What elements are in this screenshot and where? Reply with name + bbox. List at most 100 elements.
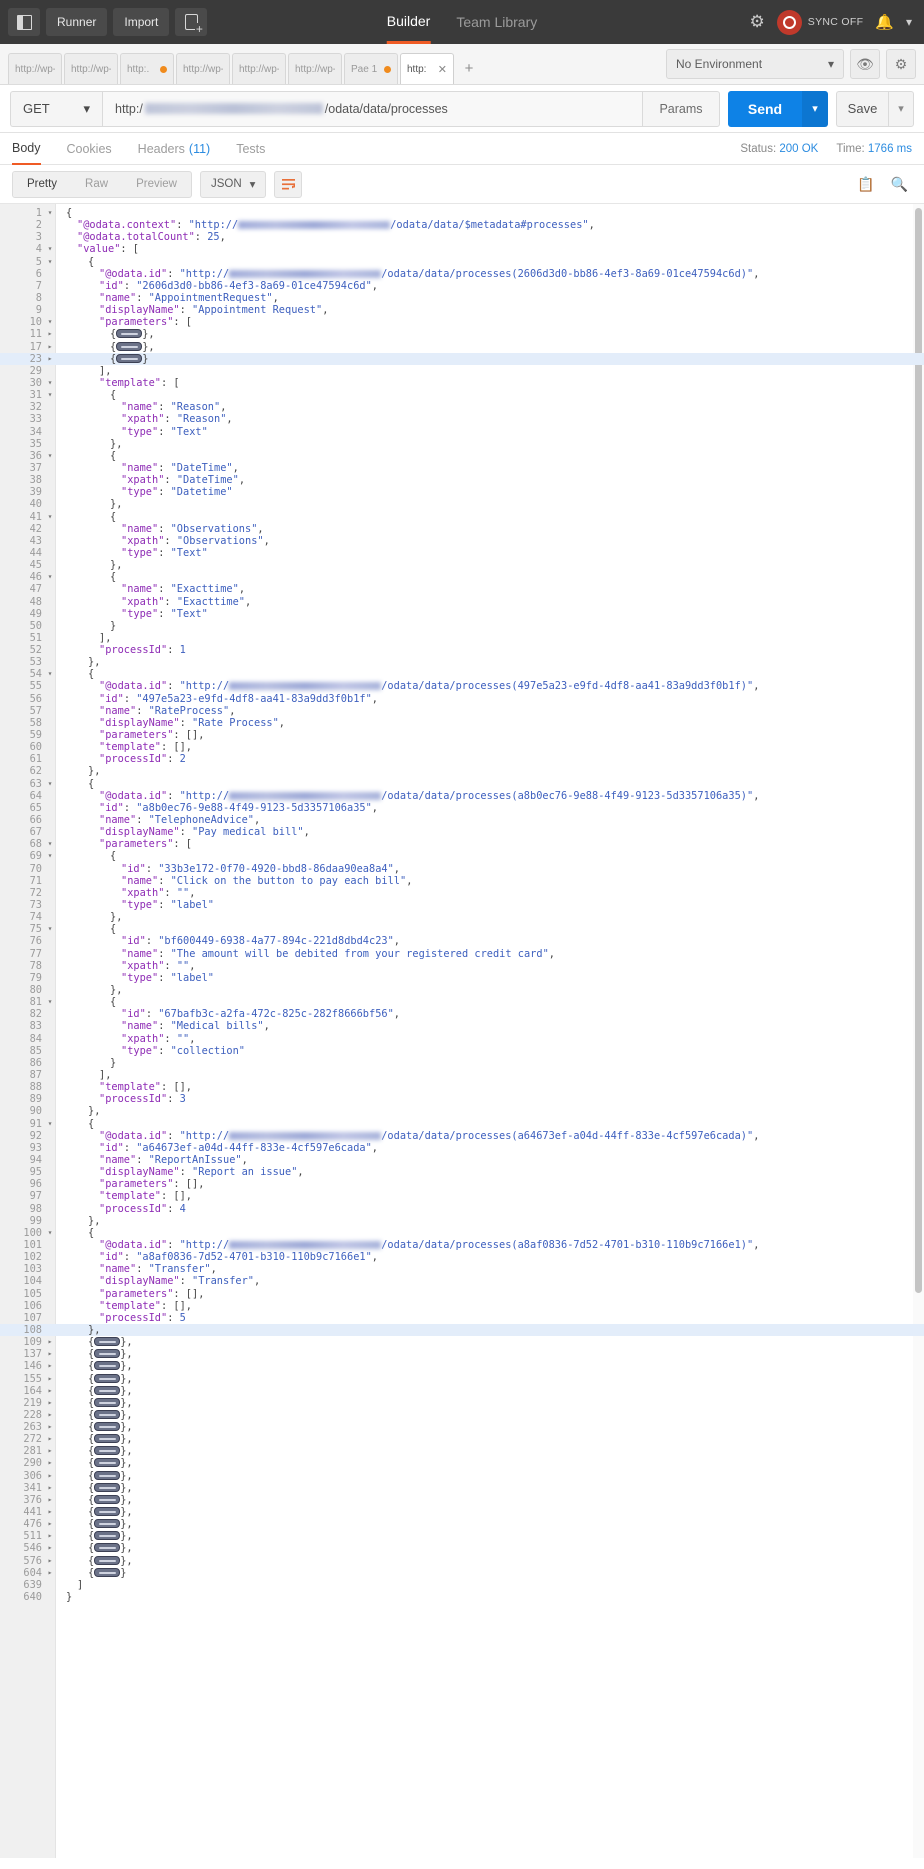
close-icon[interactable]: ✕ <box>438 63 447 76</box>
fold-expanded-icon[interactable]: ▾ <box>44 256 56 268</box>
save-options-button[interactable]: ▾ <box>888 90 914 127</box>
fold-collapsed-icon[interactable]: ▸ <box>44 1530 56 1542</box>
fold-expanded-icon[interactable]: ▾ <box>44 996 56 1008</box>
fold-expanded-icon[interactable]: ▾ <box>44 838 56 850</box>
chevron-down-icon[interactable]: ▾ <box>906 15 912 29</box>
fold-collapsed-icon[interactable]: ▸ <box>44 1555 56 1567</box>
request-tab[interactable]: Pae 1 <box>344 53 398 84</box>
fold-expanded-icon[interactable]: ▾ <box>44 389 56 401</box>
save-button[interactable]: Save <box>836 90 888 127</box>
request-tab[interactable]: http://wp-a <box>8 53 62 84</box>
request-tab[interactable]: http:. <box>120 53 174 84</box>
fold-expanded-icon[interactable]: ▾ <box>44 377 56 389</box>
fold-expanded-icon[interactable]: ▾ <box>44 1118 56 1130</box>
environment-select[interactable]: No Environment ▾ <box>666 49 844 79</box>
collapsed-object-badge[interactable] <box>94 1385 121 1395</box>
fold-collapsed-icon[interactable]: ▸ <box>44 1348 56 1360</box>
fold-collapsed-icon[interactable]: ▸ <box>44 1373 56 1385</box>
sidebar-toggle-button[interactable] <box>8 8 40 36</box>
collapsed-object-badge[interactable] <box>94 1555 121 1565</box>
fold-collapsed-icon[interactable]: ▸ <box>44 1567 56 1579</box>
import-button[interactable]: Import <box>113 8 170 36</box>
collapsed-object-badge[interactable] <box>94 1397 121 1407</box>
collapsed-object-badge[interactable] <box>116 329 143 339</box>
collapsed-object-badge[interactable] <box>94 1337 121 1347</box>
fold-collapsed-icon[interactable]: ▸ <box>44 1433 56 1445</box>
fold-collapsed-icon[interactable]: ▸ <box>44 1494 56 1506</box>
fold-collapsed-icon[interactable]: ▸ <box>44 1360 56 1372</box>
send-options-button[interactable]: ▾ <box>802 90 828 127</box>
request-tab[interactable]: http://wp-a <box>176 53 230 84</box>
view-mode-pretty[interactable]: Pretty <box>13 171 72 197</box>
request-tab-active[interactable]: http: ✕ <box>400 53 454 84</box>
collapsed-object-badge[interactable] <box>94 1422 121 1432</box>
sync-status-button[interactable]: SYNC OFF <box>776 9 863 35</box>
collapsed-object-badge[interactable] <box>94 1409 121 1419</box>
runner-button[interactable]: Runner <box>46 8 108 36</box>
collapsed-object-badge[interactable] <box>116 353 143 363</box>
nav-team-library[interactable]: Team Library <box>456 0 537 44</box>
fold-collapsed-icon[interactable]: ▸ <box>44 1409 56 1421</box>
fold-collapsed-icon[interactable]: ▸ <box>44 1506 56 1518</box>
fold-expanded-icon[interactable]: ▾ <box>44 316 56 328</box>
fold-expanded-icon[interactable]: ▾ <box>44 571 56 583</box>
tab-tests[interactable]: Tests <box>236 133 265 165</box>
collapsed-object-badge[interactable] <box>94 1434 121 1444</box>
params-button[interactable]: Params <box>642 90 720 127</box>
word-wrap-toggle[interactable] <box>274 170 303 198</box>
fold-collapsed-icon[interactable]: ▸ <box>44 1445 56 1457</box>
collapsed-object-badge[interactable] <box>94 1482 121 1492</box>
fold-collapsed-icon[interactable]: ▸ <box>44 328 56 340</box>
add-tab-button[interactable]: + <box>456 53 482 84</box>
search-icon[interactable]: 🔍 <box>891 176 908 193</box>
nav-builder[interactable]: Builder <box>386 0 431 44</box>
fold-collapsed-icon[interactable]: ▸ <box>44 353 56 365</box>
view-mode-preview[interactable]: Preview <box>122 172 191 197</box>
collapsed-object-badge[interactable] <box>94 1446 121 1456</box>
request-url-input[interactable]: http:/ /odata/data/processes <box>102 90 642 127</box>
fold-collapsed-icon[interactable]: ▸ <box>44 1457 56 1469</box>
collapsed-object-badge[interactable] <box>94 1507 121 1517</box>
bell-icon[interactable]: 🔔 <box>875 13 894 31</box>
new-request-button[interactable] <box>175 8 208 36</box>
fold-collapsed-icon[interactable]: ▸ <box>44 1397 56 1409</box>
fold-collapsed-icon[interactable]: ▸ <box>44 341 56 353</box>
fold-expanded-icon[interactable]: ▾ <box>44 450 56 462</box>
fold-collapsed-icon[interactable]: ▸ <box>44 1421 56 1433</box>
tab-body[interactable]: Body <box>12 133 41 165</box>
collapsed-object-badge[interactable] <box>116 341 143 351</box>
tab-headers[interactable]: Headers (11) <box>138 133 211 165</box>
view-mode-raw[interactable]: Raw <box>71 172 122 197</box>
collapsed-object-badge[interactable] <box>94 1531 121 1541</box>
fold-expanded-icon[interactable]: ▾ <box>44 207 56 219</box>
fold-expanded-icon[interactable]: ▾ <box>44 243 56 255</box>
collapsed-object-badge[interactable] <box>94 1373 121 1383</box>
collapsed-object-badge[interactable] <box>94 1349 121 1359</box>
fold-collapsed-icon[interactable]: ▸ <box>44 1385 56 1397</box>
collapsed-object-badge[interactable] <box>94 1494 121 1504</box>
copy-icon[interactable]: 📋 <box>857 176 874 193</box>
request-tab[interactable]: http://wp-a <box>232 53 286 84</box>
fold-expanded-icon[interactable]: ▾ <box>44 778 56 790</box>
collapsed-object-badge[interactable] <box>94 1458 121 1468</box>
tab-cookies[interactable]: Cookies <box>67 133 112 165</box>
request-tab[interactable]: http://wp-a <box>288 53 342 84</box>
collapsed-object-badge[interactable] <box>94 1543 121 1553</box>
collapsed-object-badge[interactable] <box>94 1361 121 1371</box>
fold-collapsed-icon[interactable]: ▸ <box>44 1482 56 1494</box>
collapsed-object-badge[interactable] <box>94 1519 121 1529</box>
request-tab[interactable]: http://wp-a <box>64 53 118 84</box>
collapsed-object-badge[interactable] <box>94 1470 121 1480</box>
fold-expanded-icon[interactable]: ▾ <box>44 1227 56 1239</box>
fold-collapsed-icon[interactable]: ▸ <box>44 1470 56 1482</box>
send-button[interactable]: Send <box>728 90 802 127</box>
fold-collapsed-icon[interactable]: ▸ <box>44 1542 56 1554</box>
settings-button[interactable]: ⚙ <box>886 49 916 79</box>
fold-collapsed-icon[interactable]: ▸ <box>44 1518 56 1530</box>
response-body-viewer[interactable]: 1 ▾{2 "@odata.context": "http:///odata/dat… <box>0 203 924 1858</box>
fold-expanded-icon[interactable]: ▾ <box>44 850 56 862</box>
environment-quick-look-button[interactable]: 👁 <box>850 49 880 79</box>
response-language-select[interactable]: JSON ▾ <box>199 170 267 198</box>
http-method-select[interactable]: GET ▾ <box>10 90 102 127</box>
fold-expanded-icon[interactable]: ▾ <box>44 923 56 935</box>
